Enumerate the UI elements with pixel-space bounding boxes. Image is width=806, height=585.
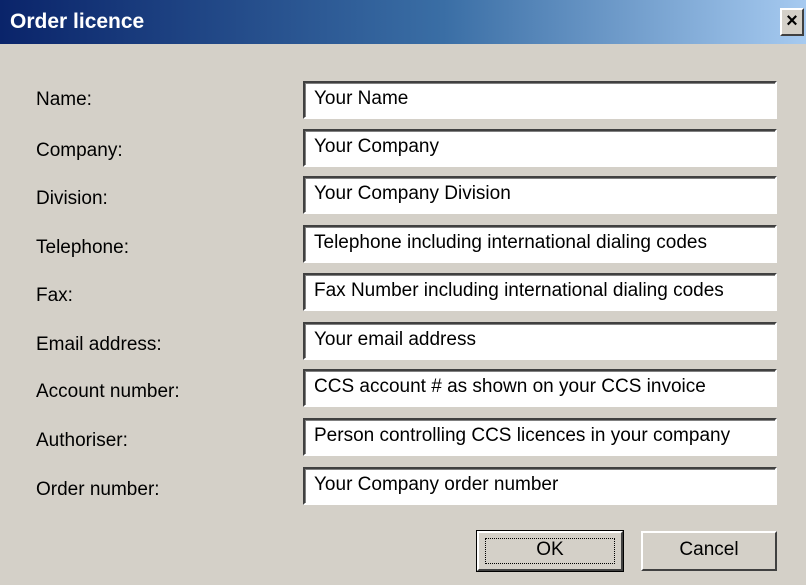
email-field[interactable]: Your email address bbox=[303, 322, 777, 360]
cancel-button-label: Cancel bbox=[679, 539, 739, 560]
telephone-field[interactable]: Telephone including international dialin… bbox=[303, 225, 777, 263]
telephone-label: Telephone: bbox=[36, 237, 129, 258]
name-field[interactable]: Your Name bbox=[303, 81, 777, 119]
cancel-button[interactable]: Cancel bbox=[641, 531, 777, 571]
close-button[interactable]: × bbox=[780, 8, 804, 36]
ok-button-label: OK bbox=[536, 539, 564, 560]
company-label: Company: bbox=[36, 140, 123, 161]
ok-button[interactable]: OK bbox=[476, 530, 624, 572]
division-label: Division: bbox=[36, 188, 108, 209]
title-bar[interactable]: Order licence × bbox=[0, 0, 806, 44]
authoriser-field[interactable]: Person controlling CCS licences in your … bbox=[303, 418, 777, 456]
name-label: Name: bbox=[36, 89, 92, 110]
order-number-label: Order number: bbox=[36, 479, 160, 500]
fax-field[interactable]: Fax Number including international diali… bbox=[303, 273, 777, 311]
account-number-label: Account number: bbox=[36, 381, 180, 402]
email-label: Email address: bbox=[36, 334, 162, 355]
account-number-field[interactable]: CCS account # as shown on your CCS invoi… bbox=[303, 369, 777, 407]
order-licence-dialog: Order licence × Name: Your Name Company:… bbox=[0, 0, 806, 585]
order-number-field[interactable]: Your Company order number bbox=[303, 467, 777, 505]
dialog-title: Order licence bbox=[10, 10, 145, 33]
company-field[interactable]: Your Company bbox=[303, 129, 777, 167]
fax-label: Fax: bbox=[36, 285, 73, 306]
division-field[interactable]: Your Company Division bbox=[303, 176, 777, 214]
authoriser-label: Authoriser: bbox=[36, 430, 128, 451]
close-icon: × bbox=[786, 10, 798, 32]
